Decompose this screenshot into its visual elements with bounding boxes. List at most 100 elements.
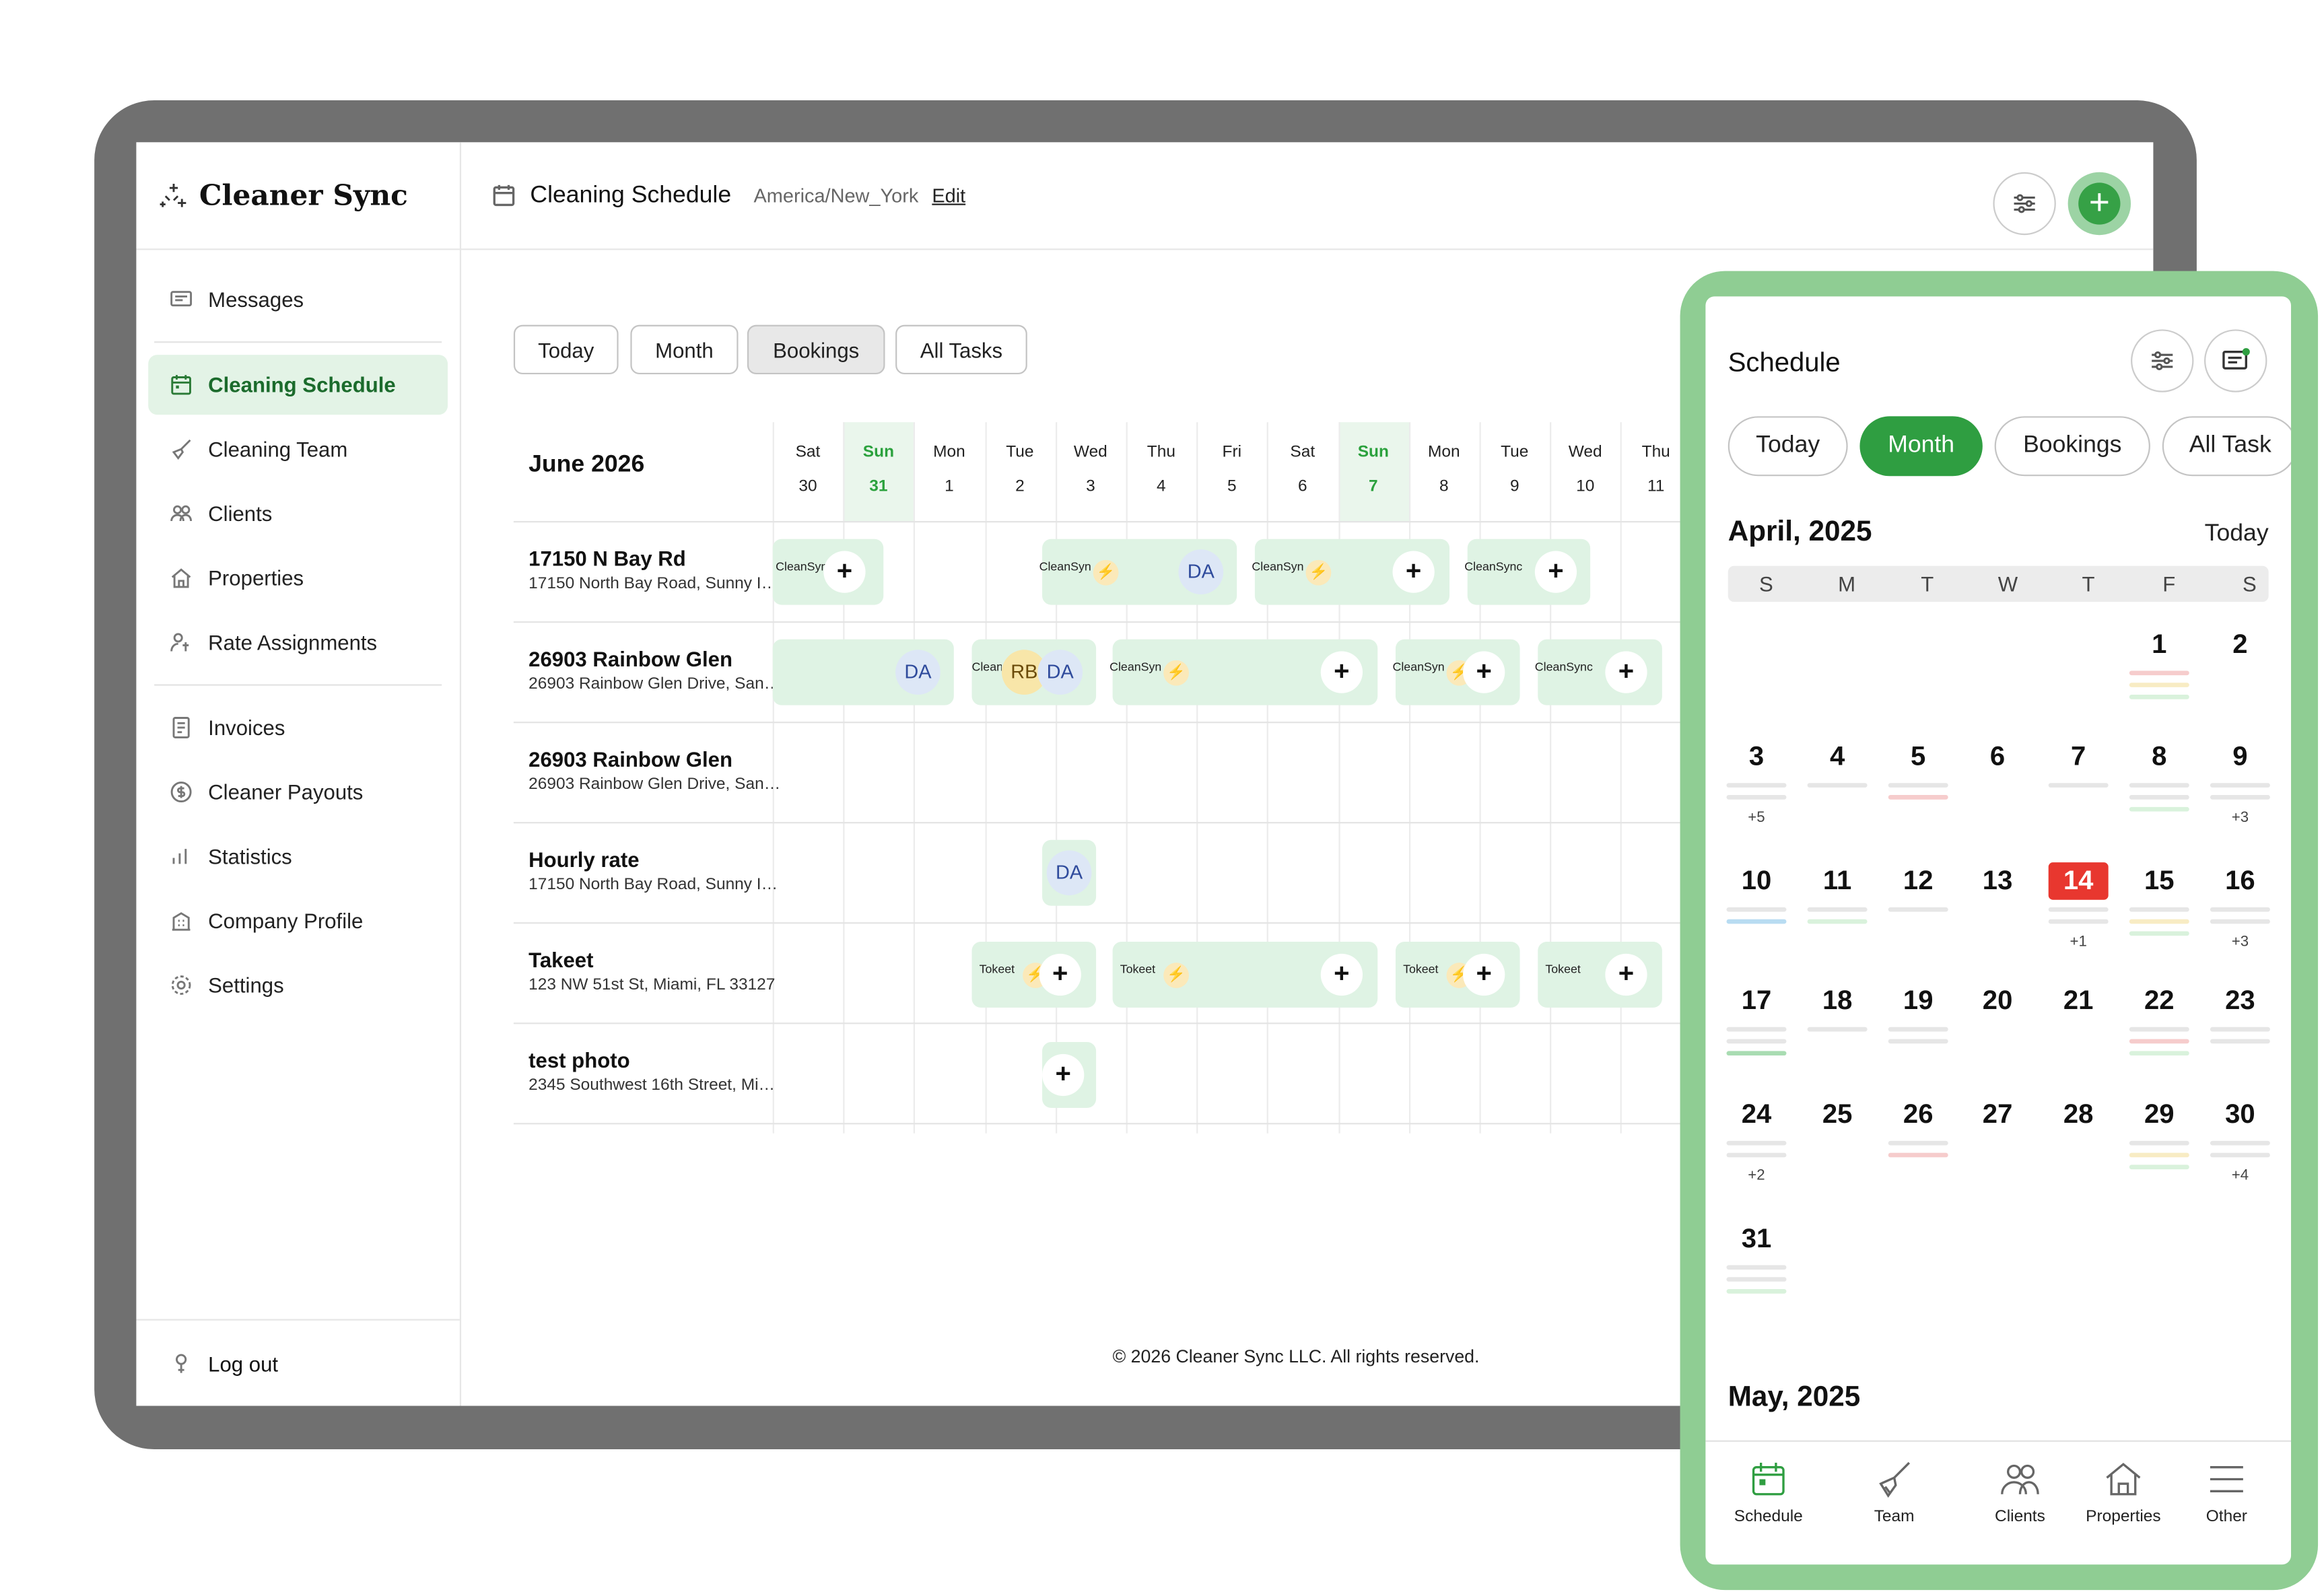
mobile-messages-button[interactable] xyxy=(2204,329,2267,392)
calendar-day[interactable]: 7 xyxy=(2043,741,2115,773)
mobile-today-button[interactable]: Today xyxy=(1728,416,1848,477)
calendar-day[interactable]: 2 xyxy=(2204,629,2276,660)
sidebar-item-rate-assignments[interactable]: Rate Assignments xyxy=(148,613,448,672)
calendar-day[interactable]: 26 xyxy=(1882,1099,1954,1131)
tab-schedule[interactable]: Schedule xyxy=(1710,1457,1826,1525)
calendar-day[interactable]: 18 xyxy=(1802,985,1874,1017)
tab-other[interactable]: Other xyxy=(2168,1457,2285,1525)
property-row-label[interactable]: Hourly rate 17150 North Bay Road, Sunny I… xyxy=(528,847,783,894)
calendar-day[interactable]: 4 xyxy=(1802,741,1874,773)
booking-block[interactable]: CleanSync RB DA xyxy=(971,639,1097,705)
tab-team[interactable]: Team xyxy=(1836,1457,1952,1525)
sidebar-item-cleaner-payouts[interactable]: Cleaner Payouts xyxy=(148,762,448,822)
mobile-all-tasks-button[interactable]: All Task xyxy=(2162,416,2292,477)
add-booking-icon[interactable]: + xyxy=(1605,953,1647,996)
avatar[interactable]: DA xyxy=(1178,549,1224,595)
calendar-day[interactable]: 20 xyxy=(1962,985,2034,1017)
sidebar-item-messages[interactable]: Messages xyxy=(148,269,448,329)
calendar-day[interactable]: 25 xyxy=(1802,1099,1874,1131)
mobile-month-button[interactable]: Month xyxy=(1859,416,1983,477)
booking-block[interactable]: DA xyxy=(772,639,954,705)
calendar-day[interactable]: 5 xyxy=(1882,741,1954,773)
booking-block[interactable]: + xyxy=(1042,1042,1097,1108)
mobile-filter-button[interactable] xyxy=(2131,329,2194,392)
sidebar-item-clients[interactable]: Clients xyxy=(148,483,448,543)
bookings-button[interactable]: Bookings xyxy=(747,324,885,375)
calendar-day[interactable]: 13 xyxy=(1962,866,2034,897)
add-booking-icon[interactable]: + xyxy=(1605,651,1647,693)
booking-block[interactable]: CleanSyn ⚡ + xyxy=(1393,639,1520,705)
calendar-day[interactable]: 15 xyxy=(2123,866,2195,897)
calendar-day[interactable]: 1 xyxy=(2123,629,2195,660)
calendar-day[interactable]: 12 xyxy=(1882,866,1954,897)
calendar-day[interactable]: 16 xyxy=(2204,866,2276,897)
sidebar-item-properties[interactable]: Properties xyxy=(148,548,448,608)
calendar-day[interactable]: 30 xyxy=(2204,1099,2276,1131)
today-button[interactable]: Today xyxy=(513,324,619,375)
month-button[interactable]: Month xyxy=(630,324,739,375)
calendar-day[interactable]: 6 xyxy=(1962,741,2034,773)
booking-block[interactable]: Tokeet ⚡ + xyxy=(1112,942,1378,1008)
more-events-count[interactable]: +3 xyxy=(2210,934,2270,950)
all-tasks-button[interactable]: All Tasks xyxy=(895,324,1027,375)
add-button[interactable]: + xyxy=(2067,172,2131,236)
sidebar-item-cleaning-team[interactable]: Cleaning Team xyxy=(148,419,448,479)
property-row-label[interactable]: Takeet 123 NW 51st St, Miami, FL 33127 xyxy=(528,948,783,994)
edit-timezone-link[interactable]: Edit xyxy=(932,184,965,207)
sidebar-item-cleaning-schedule[interactable]: Cleaning Schedule xyxy=(148,355,448,415)
avatar[interactable]: DA xyxy=(895,650,941,695)
calendar-day[interactable]: 22 xyxy=(2123,985,2195,1017)
more-events-count[interactable]: +5 xyxy=(1727,810,1787,826)
add-booking-icon[interactable]: + xyxy=(1463,953,1505,996)
booking-block[interactable]: CleanSyn ⚡ DA xyxy=(1039,539,1237,605)
more-events-count[interactable]: +3 xyxy=(2210,810,2270,826)
booking-block[interactable]: Tokeet ⚡ + xyxy=(971,942,1097,1008)
property-row-label[interactable]: 17150 N Bay Rd 17150 North Bay Road, Sunn… xyxy=(528,547,783,593)
calendar-day[interactable]: 24 xyxy=(1721,1099,1793,1131)
property-row-label[interactable]: 26903 Rainbow Glen 26903 Rainbow Glen Dri… xyxy=(528,747,783,794)
calendar-day[interactable]: 11 xyxy=(1802,866,1874,897)
booking-block[interactable]: Tokeet + xyxy=(1538,942,1662,1008)
add-booking-icon[interactable]: + xyxy=(1320,651,1363,693)
calendar-day[interactable]: 27 xyxy=(1962,1099,2034,1131)
sidebar-item-settings[interactable]: Settings xyxy=(148,955,448,1015)
avatar[interactable]: DA xyxy=(1046,850,1092,896)
sidebar-item-invoices[interactable]: Invoices xyxy=(148,697,448,757)
booking-block[interactable]: CleanSync + xyxy=(1535,639,1662,705)
tab-clients[interactable]: Clients xyxy=(1962,1457,2078,1525)
property-row-label[interactable]: test photo 2345 Southwest 16th Street, Mi… xyxy=(528,1048,783,1095)
sidebar-item-statistics[interactable]: Statistics xyxy=(148,827,448,887)
add-booking-icon[interactable]: + xyxy=(1320,953,1363,996)
calendar-day[interactable]: 21 xyxy=(2043,985,2115,1017)
property-row-label[interactable]: 26903 Rainbow Glen 26903 Rainbow Glen Dri… xyxy=(528,647,783,693)
more-events-count[interactable]: +4 xyxy=(2210,1168,2270,1184)
sidebar-item-company-profile[interactable]: Company Profile xyxy=(148,891,448,950)
mobile-bookings-button[interactable]: Bookings xyxy=(1994,416,2150,477)
brand-logo[interactable]: Cleaner Sync xyxy=(136,142,460,250)
booking-block[interactable]: CleanSyn ⚡ + xyxy=(1109,639,1378,705)
add-booking-icon[interactable]: + xyxy=(1392,551,1435,593)
add-booking-icon[interactable]: + xyxy=(1039,953,1081,996)
calendar-day[interactable]: 14 xyxy=(2048,862,2109,900)
calendar-day[interactable]: 28 xyxy=(2043,1099,2115,1131)
calendar-day[interactable]: 29 xyxy=(2123,1099,2195,1131)
mobile-today-link[interactable]: Today xyxy=(2205,521,2269,548)
add-booking-icon[interactable]: + xyxy=(1042,1053,1085,1097)
tab-properties[interactable]: Properties xyxy=(2065,1457,2181,1525)
calendar-day[interactable]: 23 xyxy=(2204,985,2276,1017)
calendar-day[interactable]: 9 xyxy=(2204,741,2276,773)
calendar-day[interactable]: 17 xyxy=(1721,985,1793,1017)
logout-button[interactable]: Log out xyxy=(136,1319,460,1406)
booking-block[interactable]: Tokeet ⚡ + xyxy=(1395,942,1520,1008)
avatar[interactable]: DA xyxy=(1037,650,1083,695)
add-booking-icon[interactable]: + xyxy=(1534,551,1577,593)
calendar-day[interactable]: 3 xyxy=(1721,741,1793,773)
add-booking-icon[interactable]: + xyxy=(1463,651,1505,693)
calendar-day[interactable]: 8 xyxy=(2123,741,2195,773)
booking-block[interactable]: CleanSyn ⚡ + xyxy=(1252,539,1450,605)
booking-block[interactable]: CleanSync + xyxy=(1464,539,1591,605)
calendar-day[interactable]: 19 xyxy=(1882,985,1954,1017)
calendar-day[interactable]: 10 xyxy=(1721,866,1793,897)
booking-block[interactable]: DA xyxy=(1042,839,1097,906)
filter-button[interactable] xyxy=(1993,172,2056,236)
